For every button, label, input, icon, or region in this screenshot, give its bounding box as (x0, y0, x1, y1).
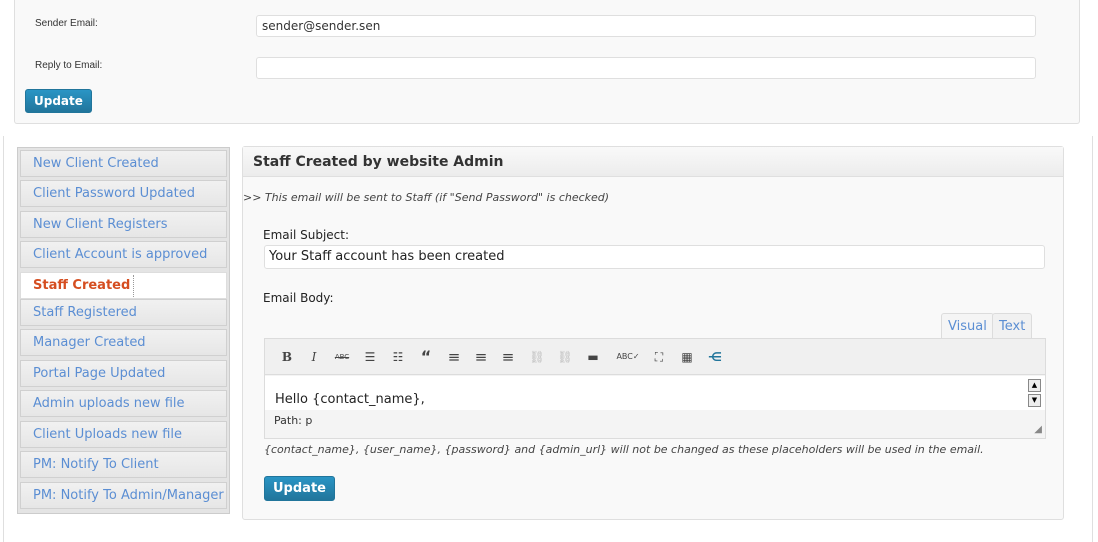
editor-scrollbar[interactable]: ▲ ▼ (1028, 379, 1041, 407)
email-subject-label: Email Subject: (263, 228, 350, 242)
update-settings-button[interactable]: Update (25, 89, 92, 113)
reply-to-email-input[interactable] (256, 57, 1036, 79)
update-template-button[interactable]: Update (264, 476, 335, 501)
strikethrough-icon[interactable]: ABC (332, 348, 352, 366)
email-body-label: Email Body: (263, 291, 334, 305)
bold-icon[interactable]: B (277, 348, 297, 366)
sidebar-item-admin-uploads[interactable]: Admin uploads new file (20, 390, 227, 417)
placeholder-insert-icon[interactable]: ⋲ (705, 348, 725, 366)
sidebar-item-manager-created[interactable]: Manager Created (20, 329, 227, 356)
reply-to-email-label: Reply to Email: (35, 60, 103, 71)
email-subject-input[interactable]: Your Staff account has been created (264, 245, 1045, 269)
recipient-note: >> This email will be sent to Staff (if … (243, 191, 610, 204)
editor-path: Path: p (274, 414, 313, 427)
read-more-icon[interactable]: ▬ (583, 348, 603, 366)
template-editor-panel: Staff Created by website Admin >> This e… (242, 146, 1064, 520)
sidebar-item-new-client-registers[interactable]: New Client Registers (20, 211, 227, 238)
sidebar-item-client-password-updated[interactable]: Client Password Updated (20, 180, 227, 207)
tab-visual[interactable]: Visual (941, 313, 994, 339)
tab-text[interactable]: Text (992, 313, 1033, 339)
italic-icon[interactable]: I (304, 348, 324, 366)
align-right-icon[interactable]: ≡ (498, 348, 518, 366)
email-body-editor: B I ABC ☰ ☷ “ ≡ ≡ ≡ ⛓ ⛓ ▬ ABC✓ ⛶ ▦ ⋲ Hel… (264, 338, 1046, 439)
editor-toolbar: B I ABC ☰ ☷ “ ≡ ≡ ≡ ⛓ ⛓ ▬ ABC✓ ⛶ ▦ ⋲ (265, 339, 1045, 375)
sidebar-item-client-account-approved[interactable]: Client Account is approved (20, 241, 227, 268)
sidebar-item-pm-notify-admin[interactable]: PM: Notify To Admin/Manager (20, 482, 227, 509)
sender-email-input[interactable]: sender@sender.sen (256, 15, 1036, 37)
sidebar-item-pm-notify-client[interactable]: PM: Notify To Client (20, 451, 227, 478)
panel-title: Staff Created by website Admin (243, 147, 1063, 177)
email-settings-box: Sender Email: sender@sender.sen Reply to… (14, 0, 1080, 124)
sidebar-item-client-uploads[interactable]: Client Uploads new file (20, 421, 227, 448)
kitchen-sink-icon[interactable]: ▦ (677, 348, 697, 366)
align-center-icon[interactable]: ≡ (471, 348, 491, 366)
link-icon[interactable]: ⛓ (527, 348, 547, 366)
blockquote-icon[interactable]: “ (416, 348, 436, 366)
sidebar-item-staff-created[interactable]: Staff Created (20, 272, 227, 299)
sender-email-label: Sender Email: (35, 18, 98, 29)
bullet-list-icon[interactable]: ☰ (360, 348, 380, 366)
sidebar-item-portal-page-updated[interactable]: Portal Page Updated (20, 360, 227, 387)
sidebar-item-label: Staff Created (33, 278, 131, 293)
editor-path-bar: Path: p ◢ (265, 410, 1045, 438)
numbered-list-icon[interactable]: ☷ (388, 348, 408, 366)
spellcheck-icon[interactable]: ABC✓ (611, 348, 645, 366)
scroll-down-icon[interactable]: ▼ (1028, 394, 1041, 407)
align-left-icon[interactable]: ≡ (444, 348, 464, 366)
unlink-icon[interactable]: ⛓ (555, 348, 575, 366)
focus-outline (133, 275, 134, 297)
scroll-up-icon[interactable]: ▲ (1028, 379, 1041, 392)
sidebar-item-new-client-created[interactable]: New Client Created (20, 150, 227, 177)
email-body-content[interactable]: Hello {contact_name}, (265, 376, 1045, 410)
placeholders-note: {contact_name}, {user_name}, {password} … (264, 443, 984, 456)
sidebar-item-staff-registered[interactable]: Staff Registered (20, 299, 227, 326)
email-template-sidebar: New Client Created Client Password Updat… (17, 147, 230, 514)
resize-handle-icon[interactable]: ◢ (1034, 424, 1042, 435)
fullscreen-icon[interactable]: ⛶ (649, 348, 669, 366)
